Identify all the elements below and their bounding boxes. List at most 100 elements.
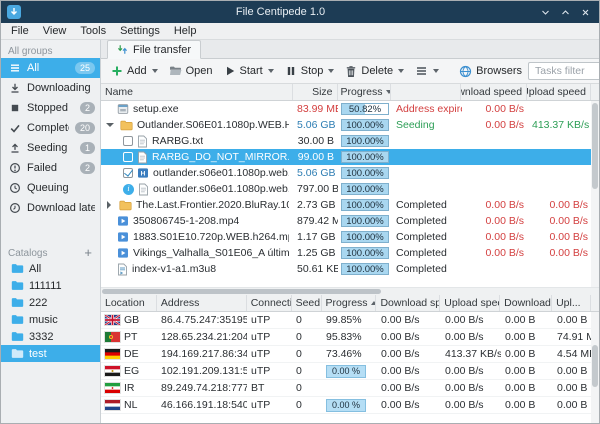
transfer-row[interactable]: RARBG_DO_NOT_MIRROR.exe 99.00 B 100.00% [101, 149, 599, 165]
peer-connection: uTP [247, 348, 292, 360]
clock-icon [9, 202, 21, 214]
vertical-scrollbar[interactable] [591, 312, 599, 423]
minimize-icon[interactable] [540, 7, 551, 18]
peer-row[interactable]: DE 194.169.217.86:34776 uTP 0 73.46% 0.0… [101, 346, 599, 363]
maximize-icon[interactable] [560, 7, 571, 18]
window-title: File Centipede 1.0 [27, 6, 534, 18]
start-button[interactable]: Start [219, 63, 279, 79]
sidebar-item-download-later[interactable]: Download later [1, 198, 100, 218]
column-downloaded[interactable]: Downloaded [500, 295, 552, 311]
browsers-button[interactable]: Browsers [454, 63, 527, 80]
country-code: NL [124, 399, 137, 411]
catalog-item-music[interactable]: music [1, 311, 100, 328]
column-peer-upload-speed[interactable]: Upload speed [440, 295, 500, 311]
add-button[interactable]: Add [106, 63, 163, 79]
tab-file-transfer[interactable]: File transfer [107, 40, 201, 59]
column-upload-speed[interactable]: Upload speed [527, 84, 591, 100]
expander-icon[interactable] [107, 201, 111, 209]
file-checkbox[interactable] [123, 168, 133, 178]
column-name[interactable]: Name [101, 84, 293, 100]
scrollbar-thumb[interactable] [592, 345, 598, 387]
open-folder-icon [169, 65, 182, 77]
catalog-item-test[interactable]: test [1, 345, 100, 362]
queue-icon [9, 182, 21, 194]
delete-button[interactable]: Delete [340, 63, 409, 80]
menu-button[interactable] [410, 63, 444, 79]
menu-file[interactable]: File [4, 25, 36, 37]
peer-row[interactable]: PT 128.65.234.21:20406 uTP 0 95.83% 0.00… [101, 329, 599, 346]
progress-bar: 100.00% [341, 215, 389, 227]
add-catalog-button[interactable]: + [84, 248, 93, 258]
column-download-speed[interactable]: Download speed [461, 84, 527, 100]
folder-icon [11, 263, 24, 274]
transfer-row[interactable]: Outlander.S06E01.1080p.WEB.H264-CAKES[..… [101, 117, 599, 133]
transfer-row[interactable]: 1883.S01E10.720p.WEB.h264.mp4 1.17 GB 10… [101, 229, 599, 245]
peer-row[interactable]: GB 86.4.75.247:35195 uTP 0 99.85% 0.00 B… [101, 312, 599, 329]
menu-settings[interactable]: Settings [113, 25, 167, 37]
sidebar-item-seeding[interactable]: Seeding1 [1, 138, 100, 158]
file-name: The.Last.Frontier.2020.BluRay.1080p.x264 [136, 197, 289, 213]
column-location[interactable]: Location [101, 295, 157, 311]
file-name: outlander.s06e01.1080p.web.h264-ca... [153, 181, 289, 197]
count-badge: 20 [75, 122, 95, 134]
column-peer-download-speed[interactable]: Download speed [376, 295, 440, 311]
peer-seed: 0 [292, 382, 322, 394]
transfer-row[interactable]: Vikings_Valhalla_S01E06_A última filha d… [101, 245, 599, 261]
scrollbar-thumb[interactable] [592, 103, 598, 189]
progress-bar: 100.00% [341, 183, 389, 195]
open-button[interactable]: Open [164, 63, 218, 79]
peer-downloaded: 0.00 B [501, 399, 553, 411]
download-speed: 0.00 B/s [462, 213, 528, 229]
sidebar-item-completed[interactable]: Completed20 [1, 118, 100, 138]
scrollbar-thumb[interactable] [102, 289, 381, 294]
column-address[interactable]: Address [157, 295, 247, 311]
transfer-row[interactable]: RARBG.txt 30.00 B 100.00% [101, 133, 599, 149]
catalog-item-all[interactable]: All [1, 260, 100, 277]
peer-uploaded: 74.91 MB [553, 331, 592, 343]
column-peer-progress[interactable]: Progress [322, 295, 377, 311]
column-progress[interactable]: Progress [338, 84, 392, 100]
column-seed[interactable]: Seed [292, 295, 322, 311]
peer-row[interactable]: NL 46.166.191.18:54077 uTP 0 0.00 % 0.00… [101, 397, 599, 414]
file-checkbox[interactable] [123, 152, 133, 162]
transfer-row[interactable]: index-v1-a1.m3u8 50.61 KB 100.00% Comple… [101, 261, 599, 277]
horizontal-scrollbar[interactable] [101, 287, 599, 295]
vertical-scrollbar[interactable] [591, 101, 599, 287]
file-name: 350806745-1-208.mp4 [133, 213, 239, 229]
column-state[interactable] [391, 84, 461, 100]
sidebar-item-failed[interactable]: Failed2 [1, 158, 100, 178]
stop-button[interactable]: Stop [280, 63, 340, 79]
transfer-row[interactable]: setup.exe 83.99 MB 50.82% Address expire… [101, 101, 599, 117]
transfer-row[interactable]: Houtlander.s06e01.1080p.web.h264-ca... 5… [101, 165, 599, 181]
transfer-row[interactable]: The.Last.Frontier.2020.BluRay.1080p.x264… [101, 197, 599, 213]
sidebar-item-all[interactable]: All25 [1, 58, 100, 78]
close-icon[interactable] [580, 7, 591, 18]
catalog-item-3332[interactable]: 3332 [1, 328, 100, 345]
sidebar-item-queuing[interactable]: Queuing [1, 178, 100, 198]
transfer-table: Name Size Progress Download speed Upload… [101, 84, 599, 295]
progress-bar: 50.82% [341, 103, 389, 115]
list-icon [9, 62, 21, 74]
menu-view[interactable]: View [36, 25, 74, 37]
sidebar-item-stopped[interactable]: Stopped2 [1, 98, 100, 118]
column-size[interactable]: Size [293, 84, 338, 100]
peer-row[interactable]: EG 102.191.209.131:53982 uTP 0 0.00 % 0.… [101, 363, 599, 380]
expander-icon[interactable] [106, 123, 114, 127]
transfer-row[interactable]: ioutlander.s06e01.1080p.web.h264-ca... 7… [101, 181, 599, 197]
peer-download-speed: 0.00 B/s [377, 348, 441, 360]
column-uploaded[interactable]: Upl... [552, 295, 591, 311]
sidebar-item-downloading[interactable]: Downloading [1, 78, 100, 98]
transfer-row[interactable]: 350806745-1-208.mp4 879.42 MB 100.00% Co… [101, 213, 599, 229]
tasks-filter-input[interactable] [528, 62, 600, 80]
menu-help[interactable]: Help [167, 25, 204, 37]
catalog-item-222[interactable]: 222 [1, 294, 100, 311]
catalog-item-111111[interactable]: 111111 [1, 277, 100, 294]
peer-row[interactable]: IR 89.249.74.218:7775 BT 0 0.00 B/s 0.00… [101, 380, 599, 397]
column-connection[interactable]: Connection [247, 295, 292, 311]
file-checkbox[interactable] [123, 136, 133, 146]
menu-tools[interactable]: Tools [73, 25, 113, 37]
peer-download-speed: 0.00 B/s [377, 331, 441, 343]
file-size: 5.06 GB [293, 165, 338, 181]
peer-address: 86.4.75.247:35195 [157, 314, 247, 326]
file-icon [137, 135, 148, 148]
